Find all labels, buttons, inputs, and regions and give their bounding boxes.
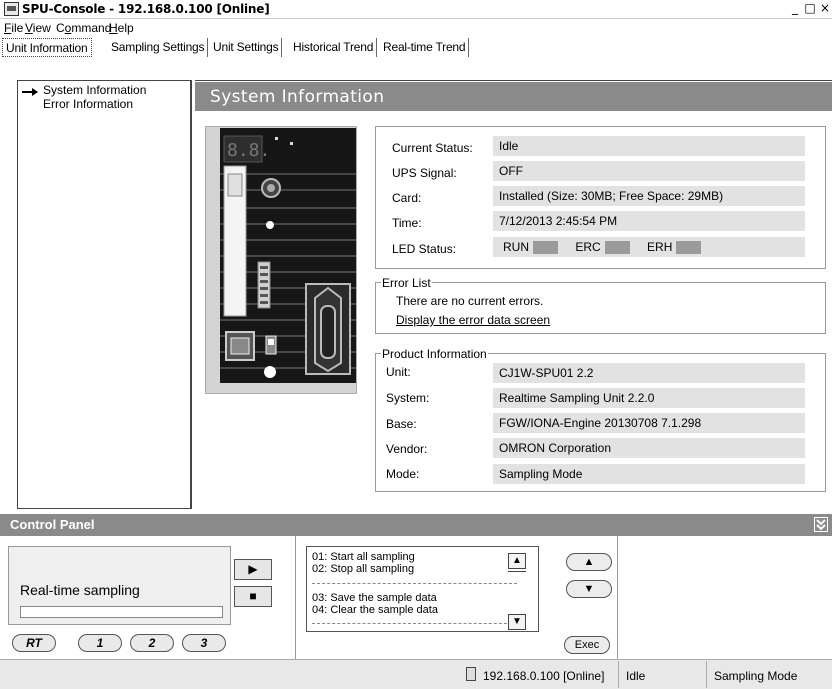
- menu-command[interactable]: Command: [56, 21, 111, 35]
- menu-file[interactable]: File: [4, 21, 23, 35]
- led-erc-indicator: [604, 241, 630, 255]
- tab-sampling-settings[interactable]: Sampling Settings: [108, 38, 209, 57]
- mode-value: Sampling Mode: [493, 464, 805, 484]
- scroll-thumb[interactable]: [508, 571, 526, 572]
- card-label: Card:: [392, 191, 422, 205]
- base-value: FGW/IONA-Engine 20130708 7.1.298: [493, 413, 805, 433]
- status-mode: Sampling Mode: [714, 669, 798, 683]
- ups-signal-label: UPS Signal:: [392, 166, 457, 180]
- window-title: SPU-Console - 192.168.0.100 [Online]: [22, 2, 270, 16]
- svg-text:8.8.: 8.8.: [227, 140, 270, 161]
- no-errors-message: There are no current errors.: [396, 294, 544, 308]
- mode-label: Mode:: [386, 467, 420, 481]
- current-status-label: Current Status:: [392, 141, 473, 155]
- tab-strip: Unit Information Sampling Settings Unit …: [0, 36, 832, 58]
- vendor-value: OMRON Corporation: [493, 438, 805, 458]
- base-label: Base:: [386, 417, 417, 431]
- unit-label: Unit:: [386, 365, 411, 379]
- selected-arrow-icon: [22, 86, 40, 100]
- stop-button[interactable]: ■: [234, 586, 272, 607]
- unit-value: CJ1W-SPU01 2.2: [493, 363, 805, 383]
- led-erc-label: ERC: [575, 240, 601, 254]
- status-connection: 192.168.0.100 [Online]: [483, 669, 605, 683]
- system-label: System:: [386, 391, 430, 405]
- menu-help[interactable]: Help: [109, 21, 134, 35]
- error-list-group: Error List There are no current errors. …: [375, 276, 826, 334]
- double-chevron-down-icon[interactable]: [814, 517, 828, 532]
- command-item[interactable]: 04: Clear the sample data: [312, 604, 438, 616]
- tree-item-system-information[interactable]: System Information: [43, 83, 146, 97]
- system-value: Realtime Sampling Unit 2.2.0: [493, 388, 805, 408]
- led-erh-label: ERH: [647, 240, 673, 254]
- led-run-label: RUN: [503, 240, 529, 254]
- page-title: System Information: [210, 87, 385, 107]
- led-erh-indicator: [676, 241, 702, 255]
- system-info-header: System Information: [195, 82, 832, 111]
- product-info-legend: Product Information: [381, 347, 488, 361]
- tab-unit-settings[interactable]: Unit Settings: [210, 38, 283, 57]
- command-list[interactable]: 01: Start all sampling 02: Stop all samp…: [306, 546, 539, 632]
- exec-button[interactable]: Exec: [564, 636, 610, 654]
- command-item[interactable]: 03: Save the sample data: [312, 592, 437, 604]
- command-item[interactable]: 01: Start all sampling: [312, 551, 415, 563]
- device-body: 8.8.: [220, 128, 356, 383]
- status-bar: [0, 659, 832, 689]
- app-icon: [4, 2, 19, 16]
- control-panel-title: Control Panel: [10, 517, 95, 532]
- navigation-tree: System Information Error Information: [17, 80, 192, 509]
- status-separator: [618, 661, 619, 688]
- control-panel-header: Control Panel: [0, 514, 832, 536]
- tab-unit-information[interactable]: Unit Information: [2, 38, 92, 57]
- led-status-value: RUN ERC ERH: [493, 237, 805, 257]
- realtime-sampling-label: Real-time sampling: [20, 582, 140, 598]
- slot-2-button[interactable]: 2: [130, 634, 174, 652]
- tab-realtime-trend[interactable]: Real-time Trend: [380, 38, 470, 57]
- network-icon: [466, 667, 476, 681]
- status-separator: [706, 661, 707, 688]
- led-run-indicator: [533, 241, 558, 255]
- close-button[interactable]: ×: [818, 2, 832, 16]
- list-scroll-down-button[interactable]: ▼: [508, 614, 526, 630]
- slot-3-button[interactable]: 3: [182, 634, 226, 652]
- start-button[interactable]: ▶: [234, 559, 272, 580]
- title-bar: SPU-Console - 192.168.0.100 [Online] _ □…: [0, 0, 832, 19]
- time-value: 7/12/2013 2:45:54 PM: [493, 211, 805, 231]
- sampling-progress-bar: [20, 606, 223, 618]
- tree-item-error-information[interactable]: Error Information: [43, 97, 133, 111]
- list-separator: [312, 623, 517, 624]
- status-group: Current Status: Idle UPS Signal: OFF Car…: [375, 126, 826, 269]
- time-label: Time:: [392, 216, 422, 230]
- menu-bar: File View Command Help: [0, 19, 832, 37]
- vendor-label: Vendor:: [386, 442, 428, 456]
- panel-divider: [617, 536, 618, 659]
- maximize-button[interactable]: □: [803, 2, 817, 16]
- list-separator: [312, 583, 517, 584]
- unit-front-image: 8.8.: [220, 128, 356, 383]
- minimize-button[interactable]: _: [788, 2, 802, 16]
- panel-divider: [295, 536, 296, 659]
- status-state: Idle: [626, 669, 646, 683]
- product-info-group: Product Information Unit: CJ1W-SPU01 2.2…: [375, 347, 826, 492]
- tab-historical-trend[interactable]: Historical Trend: [290, 38, 378, 57]
- current-status-value: Idle: [493, 136, 805, 156]
- move-down-button[interactable]: ▼: [566, 580, 612, 598]
- slot-rt-button[interactable]: RT: [12, 634, 56, 652]
- error-list-legend: Error List: [381, 276, 432, 290]
- card-value: Installed (Size: 30MB; Free Space: 29MB): [493, 186, 805, 206]
- list-scroll-up-button[interactable]: ▲: [508, 553, 526, 569]
- move-up-button[interactable]: ▲: [566, 553, 612, 571]
- menu-view[interactable]: View: [25, 21, 51, 35]
- command-item[interactable]: 02: Stop all sampling: [312, 563, 414, 575]
- error-data-link[interactable]: Display the error data screen: [396, 313, 550, 327]
- led-status-label: LED Status:: [392, 242, 457, 256]
- ups-signal-value: OFF: [493, 161, 805, 181]
- slot-1-button[interactable]: 1: [78, 634, 122, 652]
